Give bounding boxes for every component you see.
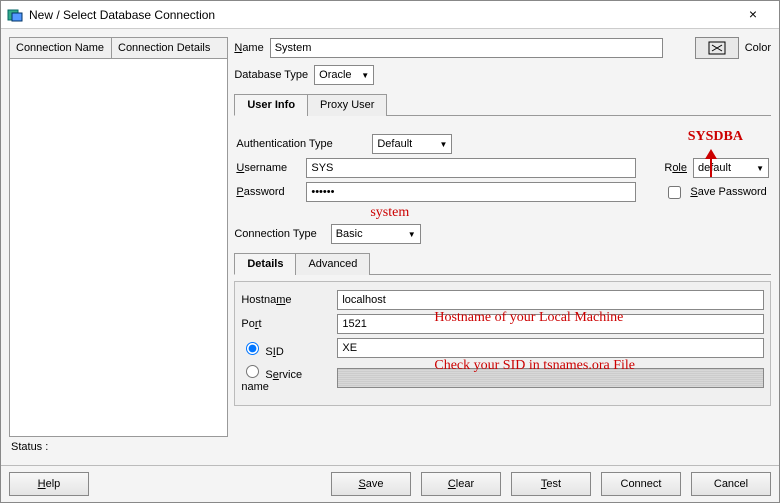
- authtype-label: Authentication Type: [236, 138, 366, 150]
- conntype-row: Connection Type Basic ▼: [234, 224, 771, 244]
- hostname-input[interactable]: [337, 290, 764, 310]
- help-button[interactable]: Help: [9, 472, 89, 496]
- tab-details[interactable]: Details: [234, 253, 296, 275]
- chevron-down-icon: ▼: [756, 164, 764, 173]
- sid-input[interactable]: [337, 338, 764, 358]
- tab-advanced[interactable]: Advanced: [295, 253, 370, 275]
- connection-list-header: Connection Name Connection Details: [10, 38, 227, 59]
- dbtype-select[interactable]: Oracle ▼: [314, 65, 374, 85]
- port-label: Port: [241, 318, 331, 330]
- status-label: Status :: [9, 437, 228, 457]
- password-input[interactable]: [306, 182, 636, 202]
- details-tabstrip: Details Advanced: [234, 252, 771, 275]
- name-input[interactable]: [270, 38, 663, 58]
- test-button[interactable]: Test: [511, 472, 591, 496]
- role-select[interactable]: default ▼: [693, 158, 769, 178]
- auth-group: Authentication Type Default ▼ Username R…: [234, 122, 771, 214]
- chevron-down-icon: ▼: [439, 140, 447, 149]
- authtype-select[interactable]: Default ▼: [372, 134, 452, 154]
- right-panel: Name Color Database Type Oracle ▼ User I…: [234, 37, 771, 457]
- save-password-label: Save Password: [690, 186, 766, 198]
- role-label: Role: [664, 162, 687, 174]
- conntype-select[interactable]: Basic ▼: [331, 224, 421, 244]
- connection-details-group: Hostname Port SID Se: [234, 281, 771, 406]
- dbtype-label: Database Type: [234, 69, 308, 81]
- color-label: Color: [745, 42, 771, 54]
- service-name-radio[interactable]: [246, 365, 259, 378]
- name-label: Name: [234, 42, 263, 54]
- color-button[interactable]: [695, 37, 739, 59]
- save-password-checkbox[interactable]: [668, 186, 681, 199]
- service-name-input: [337, 368, 764, 388]
- tab-user-info[interactable]: User Info: [234, 94, 308, 116]
- password-label: Password: [236, 186, 300, 198]
- dbtype-row: Database Type Oracle ▼: [234, 65, 771, 85]
- col-connection-details[interactable]: Connection Details: [112, 38, 227, 58]
- sid-radio-label: SID: [241, 339, 331, 358]
- sid-radio[interactable]: [246, 342, 259, 355]
- port-input[interactable]: [337, 314, 764, 334]
- cancel-button[interactable]: Cancel: [691, 472, 771, 496]
- tab-proxy-user[interactable]: Proxy User: [307, 94, 387, 116]
- userinfo-tabstrip: User Info Proxy User: [234, 93, 771, 116]
- col-connection-name[interactable]: Connection Name: [10, 38, 112, 58]
- name-row: Name Color: [234, 37, 771, 59]
- app-icon: [7, 7, 23, 23]
- close-button[interactable]: ×: [733, 4, 773, 26]
- username-label: Username: [236, 162, 300, 174]
- left-panel: Connection Name Connection Details Statu…: [9, 37, 228, 457]
- dialog-body: Connection Name Connection Details Statu…: [1, 29, 779, 465]
- chevron-down-icon: ▼: [408, 230, 416, 239]
- connection-list-body[interactable]: [10, 59, 227, 436]
- save-button[interactable]: Save: [331, 472, 411, 496]
- service-radio-label: Service name: [241, 362, 331, 393]
- dialog-window: New / Select Database Connection × Conne…: [0, 0, 780, 503]
- conntype-label: Connection Type: [234, 228, 316, 240]
- connect-button[interactable]: Connect: [601, 472, 681, 496]
- username-input[interactable]: [306, 158, 636, 178]
- titlebar: New / Select Database Connection ×: [1, 1, 779, 29]
- connection-list: Connection Name Connection Details: [9, 37, 228, 437]
- hostname-label: Hostname: [241, 294, 331, 306]
- window-title: New / Select Database Connection: [29, 8, 733, 22]
- dialog-footer: Help Save Clear Test Connect Cancel: [1, 465, 779, 502]
- chevron-down-icon: ▼: [361, 71, 369, 80]
- clear-button[interactable]: Clear: [421, 472, 501, 496]
